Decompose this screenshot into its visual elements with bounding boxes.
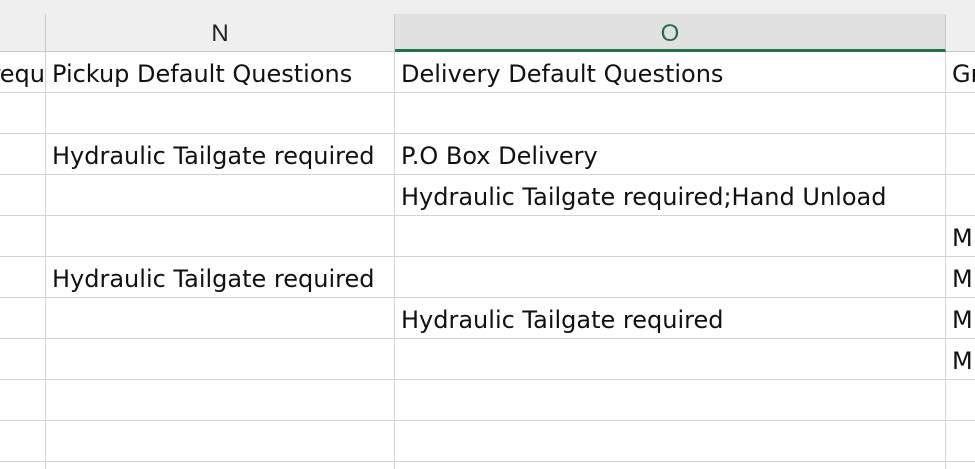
delivery-cell[interactable] — [395, 339, 945, 379]
spreadsheet: N O requ Pickup Default Questions Delive… — [0, 0, 975, 469]
header-cell-partial-right[interactable]: Gr — [946, 52, 975, 92]
pickup-cell[interactable] — [46, 380, 394, 420]
pickup-cell[interactable] — [46, 216, 394, 256]
delivery-cell[interactable] — [395, 380, 945, 420]
header-cell-pickup-default-questions[interactable]: Pickup Default Questions — [46, 52, 394, 92]
next-column-cell[interactable] — [946, 175, 975, 215]
next-column-cell[interactable] — [946, 421, 975, 461]
column-header-m[interactable] — [0, 14, 46, 52]
next-column-cell[interactable] — [946, 134, 975, 174]
next-column-cell[interactable]: M — [946, 298, 975, 338]
delivery-cell[interactable] — [395, 421, 945, 461]
delivery-cell[interactable]: Hydraulic Tailgate required — [395, 298, 945, 338]
next-column-cell[interactable]: M — [946, 216, 975, 256]
next-column-cell[interactable] — [946, 380, 975, 420]
next-column-cell[interactable] — [946, 93, 975, 133]
delivery-cell[interactable]: P.O Box Delivery — [395, 134, 945, 174]
delivery-cell[interactable] — [395, 216, 945, 256]
next-column-cell[interactable]: M — [946, 339, 975, 379]
pickup-cell[interactable] — [46, 339, 394, 379]
delivery-cell[interactable]: Hydraulic Tailgate required;Hand Unload — [395, 175, 945, 215]
next-column-cell[interactable]: M — [946, 257, 975, 297]
delivery-cell[interactable] — [395, 257, 945, 297]
top-strip — [0, 0, 975, 14]
cell-grid: requ Pickup Default Questions Delivery D… — [0, 52, 975, 469]
pickup-cell[interactable] — [46, 421, 394, 461]
pickup-cell[interactable]: Hydraulic Tailgate required — [46, 134, 394, 174]
header-cell-partial-left[interactable]: requ — [0, 52, 45, 92]
pickup-cell[interactable] — [46, 175, 394, 215]
pickup-cell[interactable] — [46, 93, 394, 133]
pickup-cell[interactable]: Hydraulic Tailgate required — [46, 257, 394, 297]
column-header-o[interactable]: O — [395, 14, 946, 52]
delivery-cell[interactable] — [395, 93, 945, 133]
column-header-row: N O — [0, 14, 975, 52]
header-cell-delivery-default-questions[interactable]: Delivery Default Questions — [395, 52, 945, 92]
column-header-n[interactable]: N — [46, 14, 395, 52]
column-header-p[interactable] — [946, 14, 975, 52]
pickup-cell[interactable] — [46, 298, 394, 338]
gridline — [0, 461, 975, 462]
